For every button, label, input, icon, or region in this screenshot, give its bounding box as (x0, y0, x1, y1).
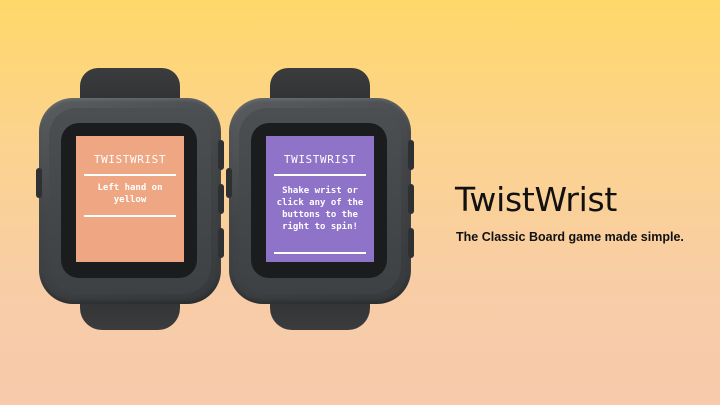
watch-down-button (408, 228, 414, 258)
screen-message: Shake wrist or click any of the buttons … (276, 186, 364, 232)
screen-divider-top (274, 174, 366, 176)
watch-select-button (408, 184, 414, 214)
watch-select-button (218, 184, 224, 214)
smartwatch-left: TWISTWRIST Left hand on yellow (36, 68, 224, 330)
slide-title: TwistWrist (455, 180, 618, 219)
watch-up-button (218, 140, 224, 170)
screen-message: Left hand on yellow (97, 183, 163, 205)
screen-divider-top (84, 174, 176, 176)
watch-case: TWISTWRIST Shake wrist or click any of t… (226, 98, 414, 304)
screen-app-title: TWISTWRIST (283, 153, 357, 166)
screen-divider-bottom (84, 215, 176, 217)
watch-down-button (218, 228, 224, 258)
smartwatch-right: TWISTWRIST Shake wrist or click any of t… (226, 68, 414, 330)
watch-back-button (226, 168, 232, 198)
watch-up-button (408, 140, 414, 170)
screen-app-title: TWISTWRIST (93, 153, 167, 166)
watch-screen: TWISTWRIST Shake wrist or click any of t… (266, 136, 374, 262)
watch-back-button (36, 168, 42, 198)
watch-case: TWISTWRIST Left hand on yellow (36, 98, 224, 304)
screen-divider-bottom (274, 252, 366, 254)
slide-subtitle: The Classic Board game made simple. (456, 230, 684, 244)
watch-screen: TWISTWRIST Left hand on yellow (76, 136, 184, 262)
